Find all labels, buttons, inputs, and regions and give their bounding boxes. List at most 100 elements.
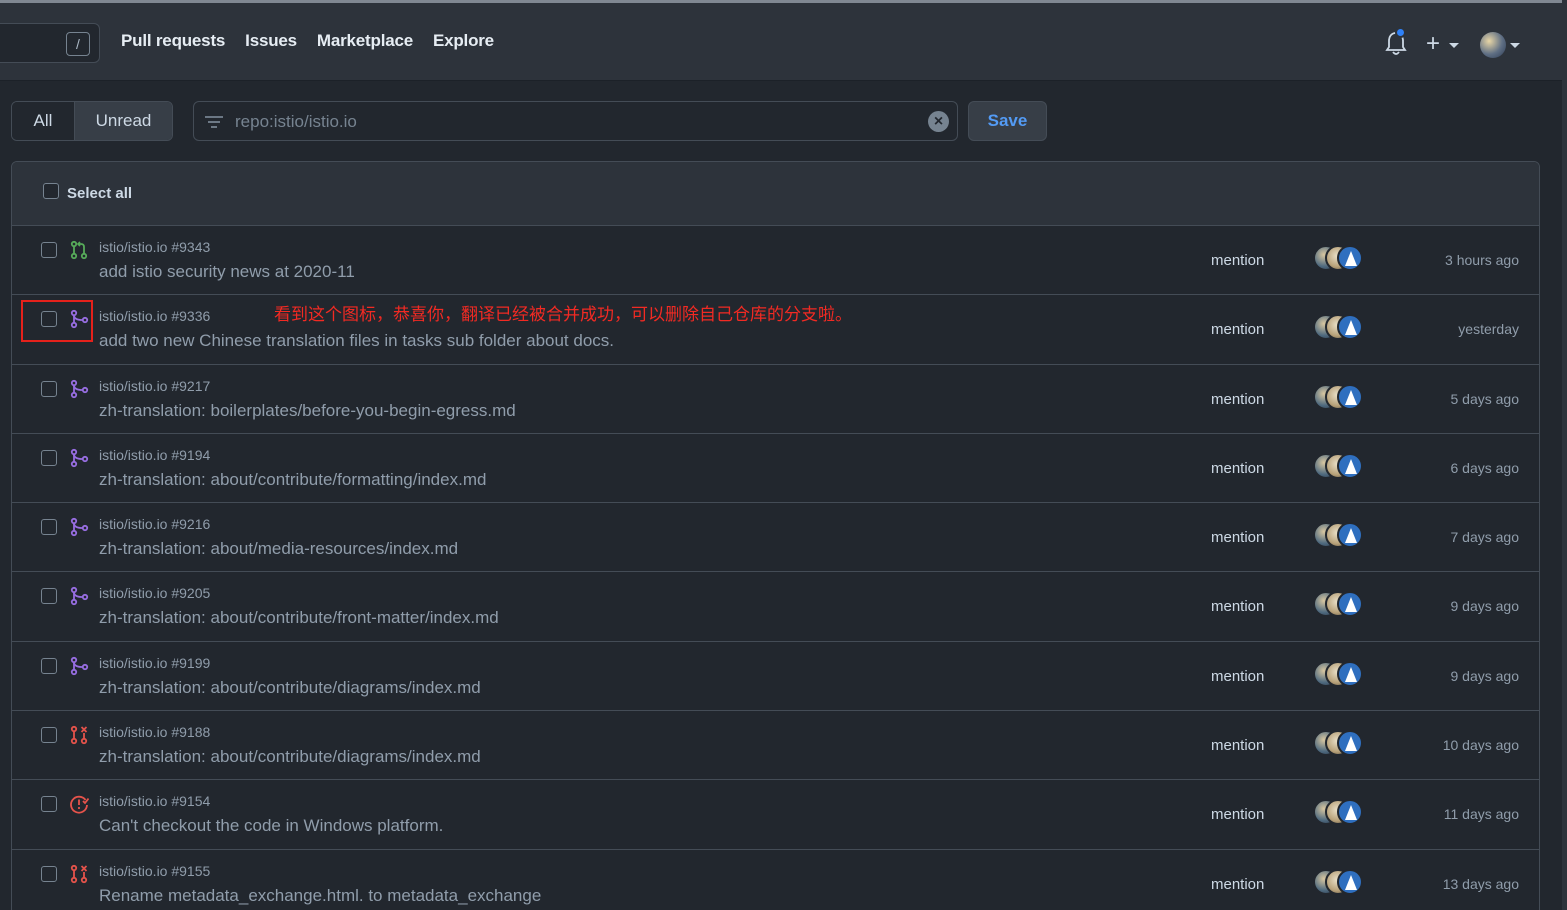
row-repo-ref[interactable]: istio/istio.io #9188	[99, 724, 210, 740]
notification-row[interactable]: istio/istio.io #9154 Can't checkout the …	[12, 780, 1539, 850]
avatar	[1337, 314, 1363, 341]
notification-row[interactable]: istio/istio.io #9205 zh-translation: abo…	[12, 572, 1539, 642]
pull-request-merged-icon	[70, 518, 89, 537]
row-title-link[interactable]: zh-translation: about/contribute/diagram…	[99, 747, 481, 767]
row-title-link[interactable]: zh-translation: about/contribute/formatt…	[99, 470, 486, 490]
row-checkbox[interactable]	[41, 519, 57, 536]
row-timestamp: 10 days ago	[1442, 737, 1519, 754]
row-timestamp: 9 days ago	[1450, 598, 1520, 615]
row-timestamp: 6 days ago	[1450, 459, 1520, 476]
row-timestamp: 11 days ago	[1443, 806, 1519, 823]
select-all-label: Select all	[67, 185, 133, 202]
clear-filter-icon[interactable]: ×	[928, 111, 949, 132]
notification-row[interactable]: istio/istio.io #9155 Rename metadata_exc…	[12, 849, 1539, 910]
user-menu-caret-icon[interactable]	[1510, 43, 1520, 48]
row-participant-avatars	[1313, 660, 1365, 689]
scrollbar[interactable]	[1562, 0, 1567, 910]
global-header: / Pull requests Issues Marketplace Explo…	[0, 3, 1562, 81]
pull-request-merged-icon	[70, 448, 89, 467]
nav-explore[interactable]: Explore	[433, 31, 494, 51]
row-title-link[interactable]: Can't checkout the code in Windows platf…	[99, 816, 443, 836]
row-checkbox[interactable]	[41, 865, 57, 882]
row-repo-ref[interactable]: istio/istio.io #9155	[99, 863, 210, 879]
notification-filter-input[interactable]: repo:istio/istio.io ×	[193, 101, 958, 141]
row-checkbox[interactable]	[41, 727, 57, 744]
filter-all-button[interactable]: All	[12, 102, 75, 140]
nav-issues[interactable]: Issues	[245, 31, 297, 51]
row-timestamp: 13 days ago	[1442, 875, 1519, 892]
row-participant-avatars	[1313, 591, 1365, 619]
notifications-list-header: Select all	[12, 162, 1539, 226]
pull-request-merged-icon	[70, 656, 89, 675]
create-dropdown-caret-icon[interactable]	[1449, 43, 1459, 48]
row-reason: mention	[1211, 667, 1265, 685]
header-nav: Pull requests Issues Marketplace Explore	[121, 31, 494, 51]
row-checkbox[interactable]	[41, 242, 57, 258]
notification-row[interactable]: istio/istio.io #9199 zh-translation: abo…	[12, 641, 1539, 712]
row-reason: mention	[1211, 390, 1265, 408]
filter-unread-button[interactable]: Unread	[75, 102, 172, 140]
avatar	[1337, 660, 1363, 687]
row-checkbox[interactable]	[41, 657, 57, 674]
row-reason: mention	[1211, 252, 1265, 269]
avatar	[1337, 730, 1363, 757]
row-title-link[interactable]: zh-translation: about/contribute/front-m…	[99, 608, 499, 628]
row-title-link[interactable]: add two new Chinese translation files in…	[99, 331, 614, 351]
row-reason: mention	[1211, 598, 1265, 616]
notification-rows: istio/istio.io #9343 add istio security …	[12, 226, 1539, 910]
notification-row[interactable]: istio/istio.io #9188 zh-translation: abo…	[12, 711, 1539, 781]
row-repo-ref[interactable]: istio/istio.io #9216	[99, 516, 210, 532]
row-checkbox[interactable]	[41, 380, 57, 397]
row-timestamp: 7 days ago	[1450, 529, 1520, 546]
save-filter-button[interactable]: Save	[968, 101, 1047, 141]
pull-request-merged-icon	[70, 379, 89, 398]
nav-pull-requests[interactable]: Pull requests	[121, 31, 225, 51]
unread-indicator-dot	[1395, 27, 1406, 38]
search-shortcut-key: /	[66, 32, 90, 56]
user-avatar[interactable]	[1480, 32, 1506, 58]
row-timestamp: 3 hours ago	[1445, 252, 1519, 268]
row-participant-avatars	[1313, 245, 1365, 273]
read-filter-segmented-control: All Unread	[11, 101, 173, 141]
row-timestamp: 5 days ago	[1450, 390, 1520, 407]
row-reason: mention	[1211, 321, 1265, 339]
row-reason: mention	[1211, 875, 1265, 893]
row-title-link[interactable]: add istio security news at 2020-11	[99, 262, 355, 282]
row-repo-ref[interactable]: istio/istio.io #9343	[99, 239, 210, 255]
row-title-link[interactable]: zh-translation: about/media-resources/in…	[99, 539, 458, 559]
row-repo-ref[interactable]: istio/istio.io #9199	[99, 655, 210, 671]
row-repo-ref[interactable]: istio/istio.io #9154	[99, 793, 210, 809]
annotation-note: 看到这个图标，恭喜你，翻译已经被合并成功，可以删除自己仓库的分支啦。	[274, 305, 852, 324]
notifications-list: Select all istio/istio.io #9343 add isti…	[11, 161, 1540, 910]
row-checkbox[interactable]	[41, 449, 57, 466]
row-title-link[interactable]: Rename metadata_exchange.html. to metada…	[99, 886, 541, 906]
row-repo-ref[interactable]: istio/istio.io #9205	[99, 585, 210, 601]
notification-row[interactable]: istio/istio.io #9216 zh-translation: abo…	[12, 503, 1539, 573]
row-participant-avatars	[1313, 799, 1365, 827]
row-title-link[interactable]: zh-translation: boilerplates/before-you-…	[99, 401, 516, 421]
row-title-link[interactable]: zh-translation: about/contribute/diagram…	[99, 678, 481, 698]
select-all-checkbox[interactable]	[43, 183, 59, 199]
row-repo-ref[interactable]: istio/istio.io #9217	[99, 378, 210, 394]
avatar	[1337, 868, 1363, 895]
row-reason: mention	[1211, 459, 1265, 477]
issue-closed-icon	[70, 796, 89, 814]
notification-row[interactable]: istio/istio.io #9343 add istio security …	[12, 226, 1539, 296]
row-participant-avatars	[1313, 522, 1365, 550]
notification-row[interactable]: istio/istio.io #9194 zh-translation: abo…	[12, 433, 1539, 504]
row-repo-ref[interactable]: istio/istio.io #9336	[99, 308, 210, 324]
row-checkbox[interactable]	[41, 796, 57, 813]
row-participant-avatars	[1313, 452, 1365, 481]
global-search-input[interactable]: /	[0, 23, 100, 63]
row-reason: mention	[1211, 806, 1265, 824]
filter-icon	[205, 116, 223, 128]
row-checkbox[interactable]	[41, 588, 57, 605]
row-repo-ref[interactable]: istio/istio.io #9194	[99, 447, 210, 463]
filter-query-text: repo:istio/istio.io	[235, 112, 357, 131]
pull-request-open-icon	[70, 240, 88, 260]
pull-request-closed-icon	[70, 864, 88, 883]
nav-marketplace[interactable]: Marketplace	[317, 31, 413, 51]
notification-row[interactable]: istio/istio.io #9217 zh-translation: boi…	[12, 364, 1539, 434]
create-new-plus-icon[interactable]: +	[1426, 31, 1440, 57]
row-participant-avatars	[1313, 383, 1365, 412]
